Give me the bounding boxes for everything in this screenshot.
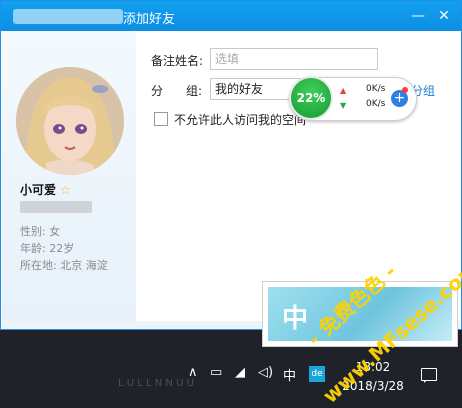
download-arrow-icon: ▼ xyxy=(340,101,347,110)
remark-label: 备注姓名: xyxy=(151,54,204,68)
tray-app-icon[interactable]: de xyxy=(309,366,325,382)
location-text: 所在地: 北京 海淀 xyxy=(20,259,108,272)
taskbar-dimmed-text: L U L L N N U U xyxy=(118,378,194,389)
avatar-image xyxy=(16,67,124,175)
nickname-row: 小可爱 ☆ xyxy=(20,181,71,198)
network-speed-widget[interactable]: 22% ▲ ▼ 0K/s 0K/s + xyxy=(289,76,417,121)
remark-name-input[interactable] xyxy=(210,48,378,70)
nickname: 小可爱 xyxy=(20,183,57,197)
speed-gauge: 22% xyxy=(289,76,333,120)
volume-icon[interactable]: ◁) xyxy=(258,365,273,380)
window-title: 添加好友 xyxy=(123,12,176,27)
close-icon[interactable]: ✕ xyxy=(433,5,455,27)
profile-panel: 小可爱 ☆ 性别: 女 年龄: 22岁 所在地: 北京 海淀 xyxy=(2,31,136,321)
deny-space-access-label: 不允许此人访问我的空间 xyxy=(174,113,307,127)
avatar xyxy=(16,67,124,175)
download-rate: 0K/s xyxy=(366,99,386,109)
titlebar[interactable]: 添加好友 — ✕ xyxy=(1,1,461,31)
blurred-account-id xyxy=(20,201,92,213)
star-icon: ☆ xyxy=(60,183,71,197)
upload-rate: 0K/s xyxy=(366,84,386,94)
gender-text: 性别: 女 xyxy=(20,225,61,238)
group-label-part2: 组: xyxy=(186,84,203,98)
notification-icon[interactable] xyxy=(421,368,437,383)
battery-icon[interactable]: ▭ xyxy=(210,365,222,380)
taskbar: ∧ ▭ ◢ ◁) 中 18:02 2018/3/28 xyxy=(0,352,462,401)
group-label-part1: 分 xyxy=(151,84,164,98)
wifi-icon[interactable]: ◢ xyxy=(235,365,245,380)
blurred-title-region xyxy=(13,9,123,24)
upload-arrow-icon: ▲ xyxy=(340,86,347,95)
ime-indicator[interactable]: 中 xyxy=(283,365,296,384)
deny-space-access-checkbox[interactable] xyxy=(154,112,168,126)
minimize-icon[interactable]: — xyxy=(407,5,429,27)
group-select-value: 我的好友 xyxy=(215,82,264,96)
age-text: 年龄: 22岁 xyxy=(20,242,75,255)
plus-badge xyxy=(402,87,408,93)
